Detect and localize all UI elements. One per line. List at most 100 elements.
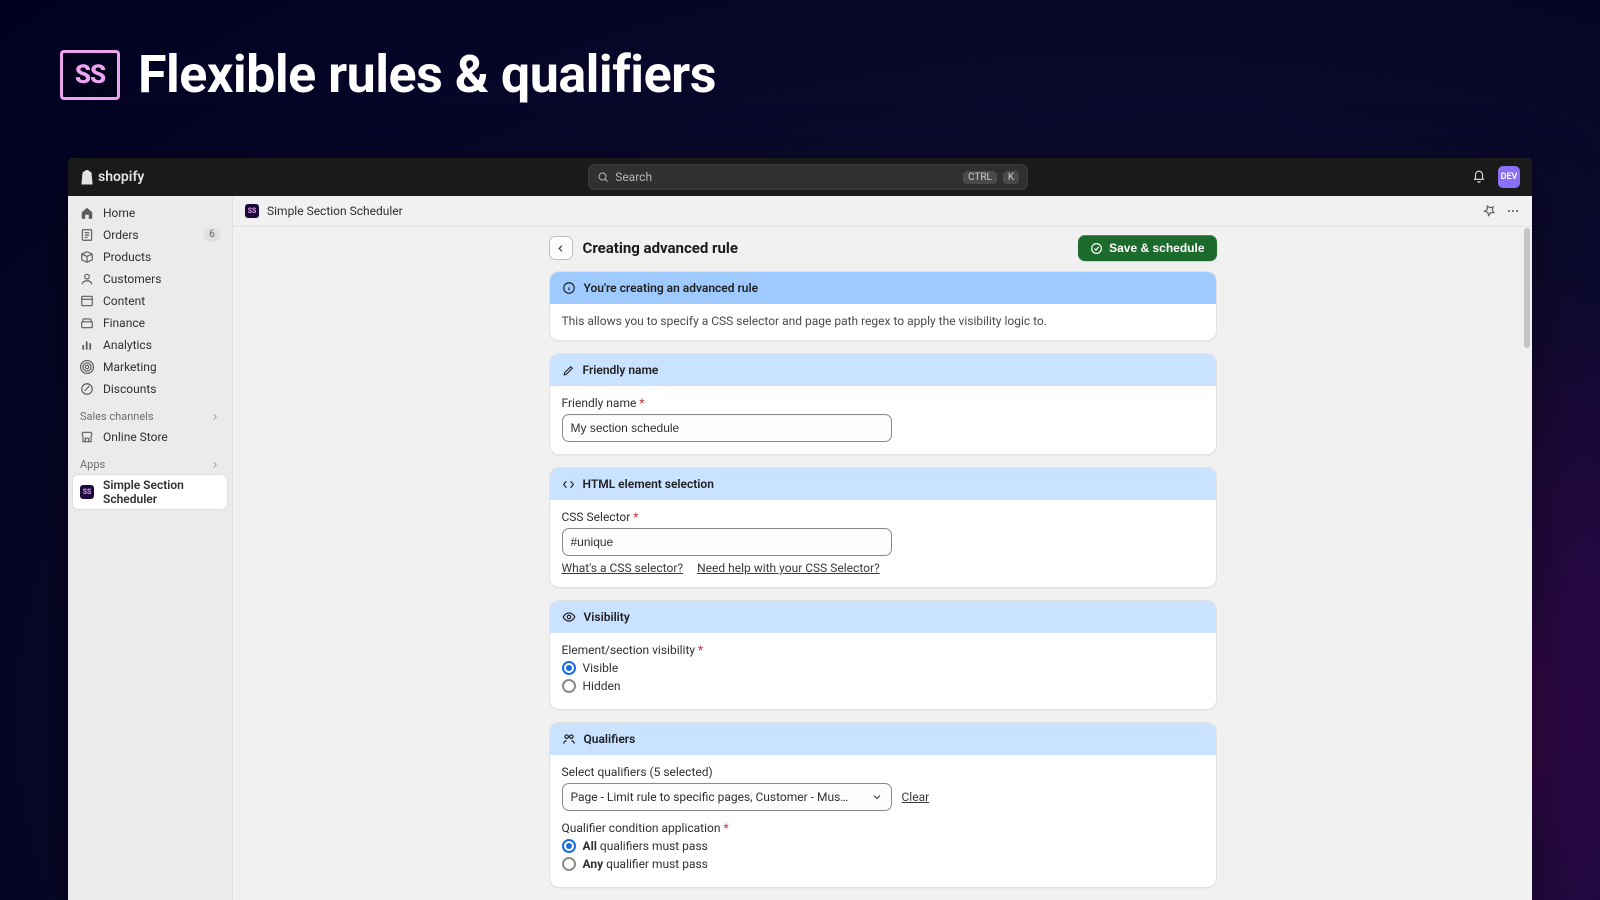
save-button-label: Save & schedule	[1109, 241, 1204, 255]
sidebar-item-label: Online Store	[103, 430, 220, 444]
visibility-option-hidden[interactable]: Hidden	[562, 679, 1204, 693]
css-need-help-link[interactable]: Need help with your CSS Selector?	[697, 561, 880, 575]
sidebar-item-label: Orders	[103, 228, 195, 242]
section-heading: Friendly name	[583, 363, 659, 377]
visibility-label: Element/section visibility	[562, 643, 1204, 657]
avatar[interactable]: DEV	[1498, 166, 1520, 188]
sidebar-item-label: Home	[103, 206, 220, 220]
bell-icon[interactable]	[1472, 170, 1486, 184]
app-mini-icon: SS	[245, 204, 259, 218]
sidebar-item-content[interactable]: Content	[72, 290, 228, 312]
sidebar-item-label: Discounts	[103, 382, 220, 396]
sidebar-item-label: Content	[103, 294, 220, 308]
scrollbar-thumb[interactable]	[1524, 228, 1530, 348]
shopify-logo: shopify	[80, 169, 144, 185]
hero-title: Flexible rules & qualifiers	[138, 44, 716, 105]
radio-icon	[562, 839, 576, 853]
radio-icon	[562, 661, 576, 675]
pencil-icon	[562, 364, 575, 377]
sidebar-item-label: Analytics	[103, 338, 220, 352]
css-help-link[interactable]: What's a CSS selector?	[562, 561, 684, 575]
more-icon[interactable]	[1506, 204, 1520, 218]
chevron-right-icon[interactable]	[210, 460, 220, 470]
app-logo: SS	[60, 50, 120, 100]
brand-label: shopify	[98, 169, 144, 185]
sidebar-item-customers[interactable]: Customers	[72, 268, 228, 290]
section-heading: HTML element selection	[583, 477, 714, 491]
page-title: Creating advanced rule	[583, 239, 1069, 257]
qualifiers-clear-link[interactable]: Clear	[902, 790, 930, 804]
marketing-icon	[80, 360, 94, 374]
visibility-card: Visibility Element/section visibility Vi…	[549, 600, 1217, 710]
sidebar-item-discounts[interactable]: Discounts	[72, 378, 228, 400]
page-header: Creating advanced rule Save & schedule	[549, 235, 1217, 261]
kbd-k: K	[1003, 171, 1019, 184]
sidebar-section-apps: Apps	[72, 448, 228, 474]
content-area: SS Simple Section Scheduler Creating adv…	[232, 196, 1532, 900]
sidebar-item-app-scheduler[interactable]: SS Simple Section Scheduler	[72, 474, 228, 510]
orders-icon	[80, 228, 94, 242]
app-mini-icon: SS	[80, 485, 94, 499]
sidebar-item-analytics[interactable]: Analytics	[72, 334, 228, 356]
radio-icon	[562, 679, 576, 693]
sidebar-item-products[interactable]: Products	[72, 246, 228, 268]
radio-icon	[562, 857, 576, 871]
sidebar-item-orders[interactable]: Orders 6	[72, 224, 228, 246]
select-value: Page - Limit rule to specific pages, Cus…	[571, 790, 851, 804]
condition-label: Qualifier condition application	[562, 821, 1204, 835]
section-heading: Qualifiers	[584, 732, 636, 746]
search-placeholder: Search	[615, 170, 652, 184]
sidebar-item-online-store[interactable]: Online Store	[72, 426, 228, 448]
pin-icon[interactable]	[1482, 204, 1496, 218]
eye-icon	[562, 610, 576, 624]
radio-label: Visible	[583, 661, 619, 675]
search-icon	[597, 171, 609, 183]
app-window: shopify Search CTRL K DEV Home O	[68, 158, 1532, 900]
sidebar-item-home[interactable]: Home	[72, 202, 228, 224]
save-schedule-button[interactable]: Save & schedule	[1078, 235, 1216, 261]
radio-label-rest: qualifier must pass	[603, 857, 708, 871]
chevron-left-icon	[555, 243, 566, 254]
analytics-icon	[80, 338, 94, 352]
qualifiers-select-label: Select qualifiers (5 selected)	[562, 765, 1204, 779]
css-selector-label: CSS Selector	[562, 510, 1204, 524]
search-input[interactable]: Search CTRL K	[588, 164, 1028, 190]
radio-label: Hidden	[583, 679, 621, 693]
sidebar-item-marketing[interactable]: Marketing	[72, 356, 228, 378]
condition-option-any[interactable]: Any qualifier must pass	[562, 857, 1204, 871]
sidebar-item-label: Marketing	[103, 360, 220, 374]
discounts-icon	[80, 382, 94, 396]
friendly-name-field[interactable]	[562, 414, 892, 442]
products-icon	[80, 250, 94, 264]
back-button[interactable]	[549, 236, 573, 260]
kbd-ctrl: CTRL	[963, 171, 997, 184]
content-app-name: Simple Section Scheduler	[267, 204, 403, 218]
sidebar: Home Orders 6 Products Customers Content	[68, 196, 232, 900]
finance-icon	[80, 316, 94, 330]
sidebar-item-finance[interactable]: Finance	[72, 312, 228, 334]
html-selection-card: HTML element selection CSS Selector What…	[549, 467, 1217, 588]
condition-option-all[interactable]: All qualifiers must pass	[562, 839, 1204, 853]
content-icon	[80, 294, 94, 308]
radio-label-bold: Any	[583, 857, 604, 871]
content-header: SS Simple Section Scheduler	[233, 196, 1532, 226]
qualifiers-select[interactable]: Page - Limit rule to specific pages, Cus…	[562, 783, 892, 811]
store-icon	[80, 430, 94, 444]
radio-label-rest: qualifiers must pass	[597, 839, 708, 853]
friendly-name-label: Friendly name	[562, 396, 1204, 410]
visibility-option-visible[interactable]: Visible	[562, 661, 1204, 675]
info-icon	[562, 281, 576, 295]
qualifiers-card: Qualifiers Select qualifiers (5 selected…	[549, 722, 1217, 888]
orders-badge: 6	[204, 228, 220, 242]
section-heading: Visibility	[584, 610, 630, 624]
code-icon	[562, 478, 575, 491]
topbar: shopify Search CTRL K DEV	[68, 158, 1532, 196]
customers-icon	[80, 272, 94, 286]
hero-banner: SS Flexible rules & qualifiers	[0, 0, 1600, 133]
radio-label-bold: All	[583, 839, 597, 853]
banner-card: You're creating an advanced rule This al…	[549, 271, 1217, 341]
css-selector-field[interactable]	[562, 528, 892, 556]
chevron-right-icon[interactable]	[210, 412, 220, 422]
sidebar-section-sales-channels: Sales channels	[72, 400, 228, 426]
qualifiers-icon	[562, 732, 576, 746]
